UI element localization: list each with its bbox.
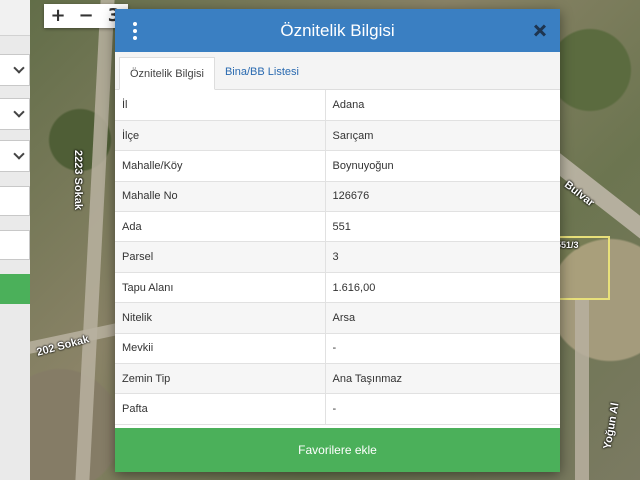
mahalle-select[interactable] <box>0 140 30 172</box>
kebab-menu-icon[interactable] <box>132 22 138 40</box>
map-street-label: 2223 Sokak <box>72 150 84 210</box>
table-row: Parsel 3 <box>115 241 560 273</box>
attribute-key: İlçe <box>115 120 326 152</box>
table-row: Ada 551 <box>115 211 560 243</box>
table-row: İl Adana <box>115 90 560 121</box>
attribute-value: 126676 <box>325 181 560 213</box>
search-sidebar <box>0 0 30 480</box>
attribute-key: Pafta <box>115 393 326 425</box>
sidebar-header <box>0 0 30 36</box>
attribute-key: Parsel <box>115 241 326 273</box>
modal-header: Öznitelik Bilgisi <box>115 9 560 52</box>
ilce-select[interactable] <box>0 98 30 130</box>
attribute-key: Tapu Alanı <box>115 272 326 304</box>
ada-input[interactable] <box>0 186 30 216</box>
attribute-value: Adana <box>325 90 560 121</box>
chevron-down-icon <box>13 62 25 74</box>
chevron-down-icon <box>13 106 25 118</box>
map-road <box>575 300 589 480</box>
parsel-input[interactable] <box>0 230 30 260</box>
attribute-value: Boynuyoğun <box>325 150 560 182</box>
attribute-value: 551 <box>325 211 560 243</box>
attribute-value: 3 <box>325 241 560 273</box>
attribute-key: Mevkii <box>115 333 326 365</box>
map-street-label: Yoğun Al <box>601 401 622 451</box>
table-row: Nitelik Arsa <box>115 302 560 334</box>
attribute-key: Mahalle No <box>115 181 326 213</box>
close-icon[interactable] <box>530 20 550 40</box>
query-button[interactable] <box>0 274 30 304</box>
attribute-info-modal: Öznitelik Bilgisi Öznitelik Bilgisi Bina… <box>115 9 560 472</box>
attribute-key: Ada <box>115 211 326 243</box>
tab-oznitelik-bilgisi[interactable]: Öznitelik Bilgisi <box>119 57 215 90</box>
attribute-value: - <box>325 333 560 365</box>
tab-bina-bb-listesi[interactable]: Bina/BB Listesi <box>215 56 309 89</box>
map-road <box>75 0 115 480</box>
attribute-table: İl Adana İlçe Sarıçam Mahalle/Köy Boynuyoğu… <box>115 90 560 425</box>
table-row: Zemin Tip Ana Taşınmaz <box>115 363 560 395</box>
attribute-key: Mahalle/Köy <box>115 150 326 182</box>
attribute-value: Arsa <box>325 302 560 334</box>
attribute-value: Ana Taşınmaz <box>325 363 560 395</box>
attribute-key: İl <box>115 90 326 121</box>
table-row: İlçe Sarıçam <box>115 120 560 152</box>
attribute-key: Zemin Tip <box>115 363 326 395</box>
attribute-value: 1.616,00 <box>325 272 560 304</box>
il-select[interactable] <box>0 54 30 86</box>
modal-tabs: Öznitelik Bilgisi Bina/BB Listesi <box>115 52 560 90</box>
attribute-value: - <box>325 393 560 425</box>
zoom-in-button[interactable]: + <box>44 4 72 28</box>
modal-title: Öznitelik Bilgisi <box>280 20 395 40</box>
attribute-value: Sarıçam <box>325 120 560 152</box>
table-row: Tapu Alanı 1.616,00 <box>115 272 560 304</box>
table-row: Mevkii - <box>115 333 560 365</box>
table-row: Mahalle/Köy Boynuyoğun <box>115 150 560 182</box>
attribute-key: Nitelik <box>115 302 326 334</box>
add-to-favorites-button[interactable]: Favorilere ekle <box>115 428 560 472</box>
table-row: Pafta - <box>115 393 560 425</box>
zoom-out-button[interactable]: − <box>72 4 100 28</box>
table-row: Mahalle No 126676 <box>115 181 560 213</box>
chevron-down-icon <box>13 148 25 160</box>
